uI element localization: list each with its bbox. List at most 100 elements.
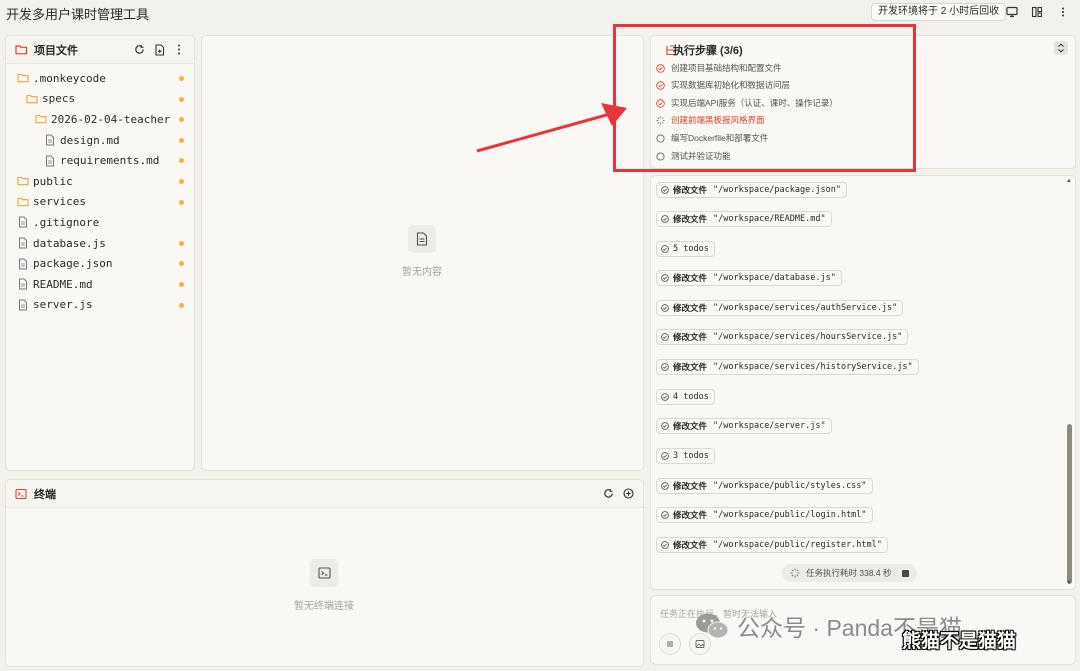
add-terminal-icon[interactable] [621,487,635,501]
log-text: 4 todos [673,392,709,402]
tree-item-specs[interactable]: specs [6,89,194,110]
terminal-empty-text: 暂无终端连接 [294,601,354,612]
log-entry[interactable]: 修改文件 "/workspace/services/authService.js… [656,300,904,316]
log-todos-entry[interactable]: 5 todos [656,241,715,257]
tree-item-design-md[interactable]: design.md [6,130,194,151]
terminal-title: 终端 [34,488,56,501]
tree-item-label: README.md [33,277,93,291]
log-verb: 修改文件 [673,363,708,373]
log-entry[interactable]: 修改文件 "/workspace/database.js" [656,270,842,286]
file-icon [43,134,56,147]
log-text: "/workspace/services/authService.js" [713,303,898,313]
log-text: "/workspace/server.js" [713,421,826,431]
modified-dot [179,178,184,184]
tree-item-teacher-spec[interactable]: 2026-02-04-teacher-… [6,109,194,130]
tree-item-label: database.js [33,236,106,250]
file-icon [43,154,56,167]
check-circle-icon [661,186,669,194]
check-circle-icon [661,274,669,282]
tree-item-label: specs [42,92,76,106]
log-todos-entry[interactable]: 4 todos [656,389,715,405]
modified-dot [179,281,184,287]
terminal-icon [14,487,28,501]
log-todos-entry[interactable]: 3 todos [656,448,715,464]
terminal-empty-state: 暂无终端连接 [274,559,374,612]
stop-icon[interactable] [901,569,909,577]
refresh-icon[interactable] [601,487,615,501]
tree-item-label: package.json [33,257,113,271]
more-menu-icon[interactable] [1055,4,1071,20]
tree-item-label: .monkeycode [33,71,106,85]
log-text: "/workspace/public/styles.css" [713,481,867,491]
collapse-chevron-icon[interactable] [1054,41,1068,55]
activity-log-panel [650,175,1076,590]
more-vertical-icon[interactable] [172,43,186,57]
log-verb: 修改文件 [673,422,708,432]
log-text: "/workspace/package.json" [713,185,841,195]
tree-item-database-js[interactable]: database.js [6,233,194,254]
log-verb: 修改文件 [673,482,708,492]
tree-item-package-json[interactable]: package.json [6,253,194,274]
terminal-icon [310,559,338,587]
check-circle-icon [661,511,669,519]
log-verb: 修改文件 [673,304,708,314]
tree-item-services[interactable]: services [6,192,194,213]
refresh-icon[interactable] [132,43,146,57]
check-circle-icon [661,215,669,223]
modified-dot [179,302,184,308]
log-entry[interactable]: 修改文件 "/workspace/README.md" [656,211,832,227]
log-verb: 修改文件 [673,215,708,225]
log-entry[interactable]: 修改文件 "/workspace/public/styles.css" [656,478,873,494]
task-timer-text: 任务执行耗时 338.4 秒 [806,568,892,578]
document-icon [408,225,436,253]
folder-icon [16,72,29,85]
layout-icon[interactable] [1029,4,1045,20]
file-icon [16,298,29,311]
log-text: "/workspace/public/register.html" [713,540,882,550]
log-entry[interactable]: 修改文件 "/workspace/public/login.html" [656,507,873,523]
tree-item-requirements-md[interactable]: requirements.md [6,150,194,171]
scroll-down-arrow-icon[interactable]: ▼ [1066,580,1072,586]
task-timer: 任务执行耗时 338.4 秒 [782,564,917,582]
log-entry[interactable]: 修改文件 "/workspace/services/historyService… [656,359,919,375]
tree-item-label: requirements.md [60,154,160,168]
project-files-panel: 项目文件 .monkeycode specs 2026-02-04-teache… [5,35,195,471]
log-verb: 修改文件 [673,274,708,284]
check-circle-icon [661,393,669,401]
monitor-icon[interactable] [1004,4,1020,20]
tree-item-gitignore[interactable]: .gitignore [6,212,194,233]
modified-dot [179,76,184,81]
new-file-icon[interactable] [152,43,166,57]
scroll-up-arrow-icon[interactable]: ▲ [1066,178,1072,184]
tree-item-public[interactable]: public [6,171,194,192]
file-icon [16,257,29,270]
log-entry[interactable]: 修改文件 "/workspace/public/register.html" [656,537,888,553]
log-text: 5 todos [673,244,709,254]
log-entry[interactable]: 修改文件 "/workspace/services/hoursService.j… [656,329,909,345]
log-entry[interactable]: 修改文件 "/workspace/package.json" [656,182,847,198]
project-files-header: 项目文件 [6,36,194,64]
check-circle-icon [661,304,669,312]
file-tree: .monkeycode specs 2026-02-04-teacher-… d… [6,64,194,315]
modified-dot [179,96,184,102]
log-verb: 修改文件 [673,541,708,551]
tree-item-label: design.md [60,133,120,147]
log-verb: 修改文件 [673,186,708,196]
project-files-title: 项目文件 [34,44,78,57]
spinner-icon [790,568,800,578]
tree-item-server-js[interactable]: server.js [6,295,194,316]
tree-item-monkeycode[interactable]: .monkeycode [6,68,194,89]
log-text: "/workspace/database.js" [713,273,836,283]
modified-dot [179,199,184,205]
folder-icon [16,175,29,188]
check-circle-icon [661,541,669,549]
menu-list-icon[interactable] [659,633,681,655]
tree-item-readme-md[interactable]: README.md [6,274,194,295]
editor-empty-state: 暂无内容 [382,225,462,278]
log-entry[interactable]: 修改文件 "/workspace/server.js" [656,418,832,434]
log-scrollbar[interactable] [1067,424,1072,584]
log-verb: 修改文件 [673,333,708,343]
terminal-header: 终端 [6,480,643,508]
annotation-arrow [476,103,627,153]
tree-item-label: 2026-02-04-teacher-… [51,112,172,126]
